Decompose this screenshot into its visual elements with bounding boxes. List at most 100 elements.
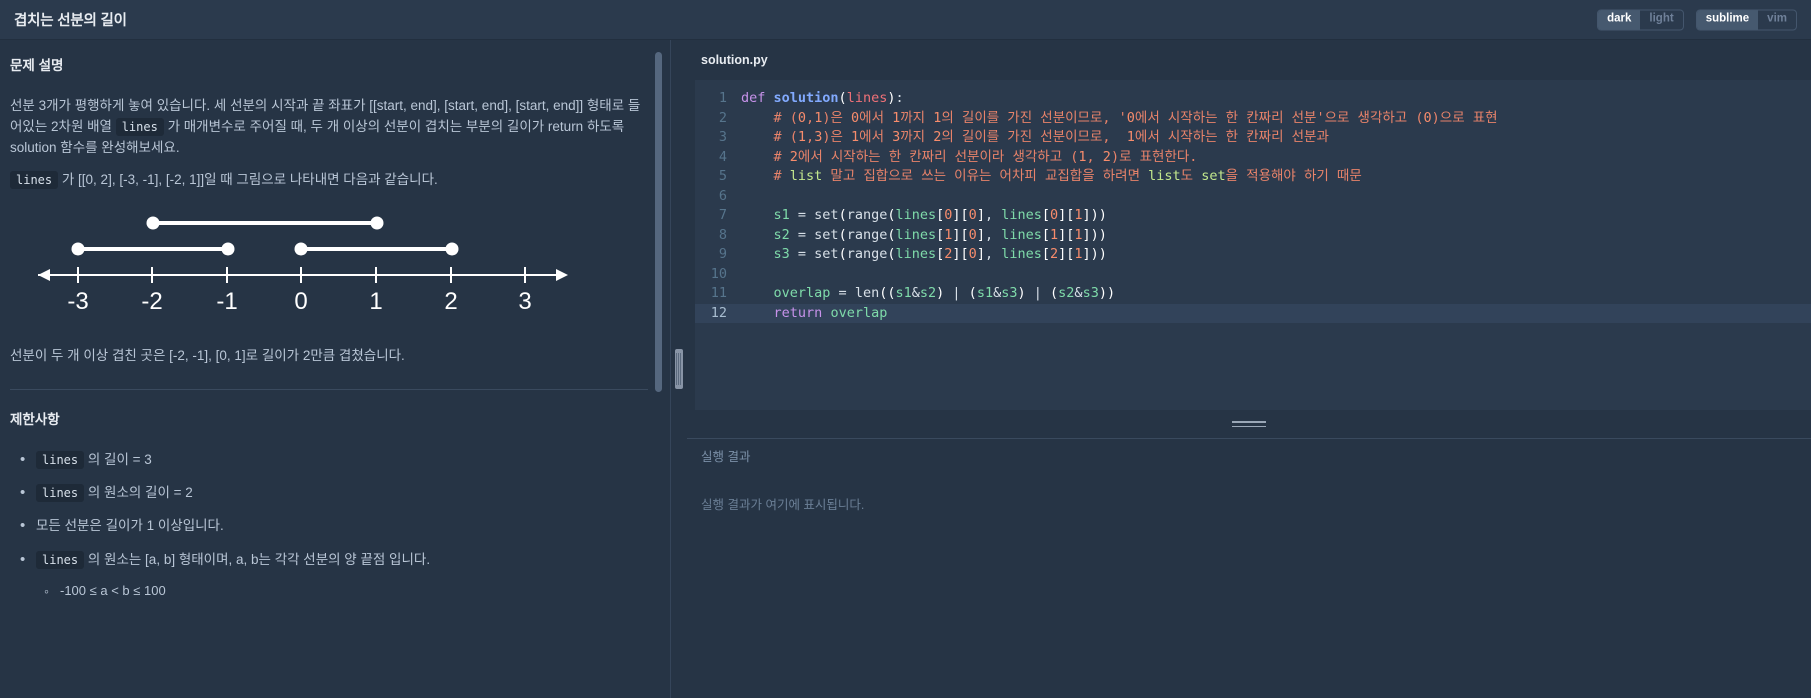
code-token: , xyxy=(1086,148,1103,165)
code-line[interactable]: 9 s3 = set(range(lines[2][0], lines[2][1… xyxy=(695,245,1811,265)
inline-code-lines-3: lines xyxy=(36,450,85,469)
code-token: 0 xyxy=(851,109,860,126)
code-token: set xyxy=(1201,168,1226,184)
code-line[interactable]: 3 # (1,3)은 1에서 3까지 2의 길이를 가진 선분이므로, 1에서 … xyxy=(695,128,1811,148)
code-token: ( xyxy=(838,226,847,243)
code-token: )은 xyxy=(822,109,852,126)
top-bar-controls: dark light sublime vim xyxy=(1597,9,1797,30)
theme-toggle-group[interactable]: dark light xyxy=(1597,9,1684,30)
editor-filename-label: solution.py xyxy=(701,53,768,67)
top-bar: 겹치는 선분의 길이 dark light sublime vim xyxy=(0,0,1811,40)
code-line[interactable]: 11 overlap = len((s1&s2) | (s1&s3) | (s2… xyxy=(695,284,1811,304)
code-token: s3 xyxy=(1082,285,1099,301)
problem-scrollbar-thumb[interactable] xyxy=(655,52,662,392)
code-token: ][ xyxy=(1058,246,1075,262)
code-token: # ( xyxy=(741,109,798,126)
code-token: | xyxy=(952,285,969,301)
code-editor[interactable]: 1 def solution(lines): 2 # (0,1)은 0에서 1까지 … xyxy=(695,80,1811,410)
code-token: list xyxy=(789,168,823,184)
problem-scrollbar-track[interactable] xyxy=(655,46,666,692)
result-splitter-handle-icon[interactable] xyxy=(1232,420,1266,428)
code-token: s2 xyxy=(1058,285,1075,301)
code-token: # xyxy=(741,168,790,184)
code-token: # xyxy=(741,148,790,165)
inline-code-lines-5: lines xyxy=(36,550,85,569)
code-token: 에서 시작하는 한 칸짜리 선분'으로 생각하고 ( xyxy=(1134,109,1424,126)
keymap-option-vim[interactable]: vim xyxy=(1758,10,1796,29)
number-line-svg: -3 -2 -1 0 1 2 3 xyxy=(38,216,568,315)
constraint-4-text: 의 원소는 [a, b] 형태이며, a, b는 각각 선분의 양 끝점 입니다… xyxy=(84,551,431,567)
axis-arrow-right xyxy=(556,269,568,282)
code-text: s3 = set(range(lines[2][0], lines[2][1])… xyxy=(741,245,1811,265)
code-line[interactable]: 5 # list 말고 집합으로 쓰는 이유는 어차피 교집합을 하려면 lis… xyxy=(695,167,1811,187)
code-token: lines xyxy=(1001,226,1042,243)
code-text: overlap = len((s1&s2) | (s1&s3) | (s2&s3… xyxy=(741,284,1811,304)
code-token: 2 xyxy=(1102,148,1111,165)
problem-paragraph-2: lines 가 [[0, 2], [-3, -1], [-2, 1]]일 때 그… xyxy=(10,170,648,191)
code-token: 에서 시작하는 한 칸짜리 선분과 xyxy=(1134,129,1329,145)
axis-label-2: -1 xyxy=(216,288,237,315)
code-token: ) xyxy=(936,285,953,301)
code-line[interactable]: 7 s1 = set(range(lines[0][0], lines[0][1… xyxy=(695,206,1811,226)
constraint-sub-item-1: -100 ≤ a < b ≤ 100 xyxy=(40,581,648,601)
code-line[interactable]: 6 xyxy=(695,187,1811,207)
panel-splitter[interactable] xyxy=(670,40,687,698)
code-token: list xyxy=(1148,168,1181,184)
constraint-item-2: lines 의 원소의 길이 = 2 xyxy=(14,482,648,505)
problem-paragraph-1: 선분 3개가 평행하게 놓여 있습니다. 세 선분의 시작과 끝 좌표가 [[s… xyxy=(10,96,648,158)
code-line[interactable]: 12 return overlap xyxy=(695,303,1811,323)
code-token: set xyxy=(814,226,839,243)
splitter-grip-line-2 xyxy=(678,353,679,385)
result-grip-line-1 xyxy=(1232,421,1266,423)
code-token: ])) xyxy=(1082,246,1107,262)
code-token: 의 길이를 가진 선분이므로, ' xyxy=(941,109,1127,126)
axis-arrow-left xyxy=(38,269,50,282)
code-token: 까지 xyxy=(900,129,934,145)
theme-option-dark[interactable]: dark xyxy=(1598,10,1641,29)
line-number: 1 xyxy=(718,90,727,106)
code-line[interactable]: 2 # (0,1)은 0에서 1까지 1의 길이를 가진 선분이므로, '0에서… xyxy=(695,109,1811,129)
code-token: lines xyxy=(1001,246,1042,262)
code-line[interactable]: 1 def solution(lines): xyxy=(695,89,1811,109)
code-token: , xyxy=(984,246,1002,262)
code-token: s3 xyxy=(1001,285,1018,301)
constraint-1-text: 의 길이 = 3 xyxy=(84,451,152,467)
code-token: , xyxy=(806,129,815,145)
line-number: 11 xyxy=(710,285,727,301)
code-token: = xyxy=(789,207,815,223)
app-root: 겹치는 선분의 길이 dark light sublime vim 문제 설명 … xyxy=(0,0,1811,698)
code-token: s3 xyxy=(773,246,790,262)
code-token: )로 표현한다. xyxy=(1110,148,1198,165)
inline-code-lines-4: lines xyxy=(36,484,85,503)
code-token: s1 xyxy=(895,285,912,301)
editor-header: solution.py xyxy=(687,40,1811,80)
code-line[interactable]: 8 s2 = set(range(lines[1][0], lines[1][1… xyxy=(695,226,1811,246)
keymap-toggle-group[interactable]: sublime vim xyxy=(1695,9,1797,30)
axis-label-3: 0 xyxy=(294,288,307,315)
section-divider xyxy=(10,388,648,390)
code-token: 2 xyxy=(1050,246,1059,262)
line-number: 4 xyxy=(718,148,727,165)
keymap-option-sublime[interactable]: sublime xyxy=(1696,10,1759,29)
code-line[interactable]: 4 # 2에서 시작하는 한 칸짜리 선분이라 생각하고 (1, 2)로 표현한… xyxy=(695,148,1811,168)
code-editor-wrapper[interactable]: 1 def solution(lines): 2 # (0,1)은 0에서 1까지 … xyxy=(687,80,1811,410)
result-placeholder-text: 실행 결과가 여기에 표시됩니다. xyxy=(701,498,865,512)
code-token: & xyxy=(993,285,1002,301)
theme-option-light[interactable]: light xyxy=(1640,10,1682,29)
code-token: range xyxy=(846,226,888,243)
code-token: lines xyxy=(895,246,937,262)
code-token: 0 xyxy=(1423,109,1432,126)
code-token: overlap xyxy=(830,304,888,321)
code-token: 말고 집합으로 쓰는 이유는 어차피 교집합을 하려면 xyxy=(822,168,1149,184)
result-splitter[interactable] xyxy=(687,410,1811,438)
code-token: s2 xyxy=(919,285,937,301)
code-line[interactable]: 10 xyxy=(695,265,1811,285)
code-token: solution xyxy=(773,90,839,106)
code-token: 1 xyxy=(1074,207,1083,223)
segment-2-start-dot xyxy=(71,242,85,256)
splitter-handle-icon[interactable] xyxy=(674,349,683,389)
code-token: 0 xyxy=(968,226,977,243)
constraint-2-text: 의 원소의 길이 = 2 xyxy=(84,485,193,501)
